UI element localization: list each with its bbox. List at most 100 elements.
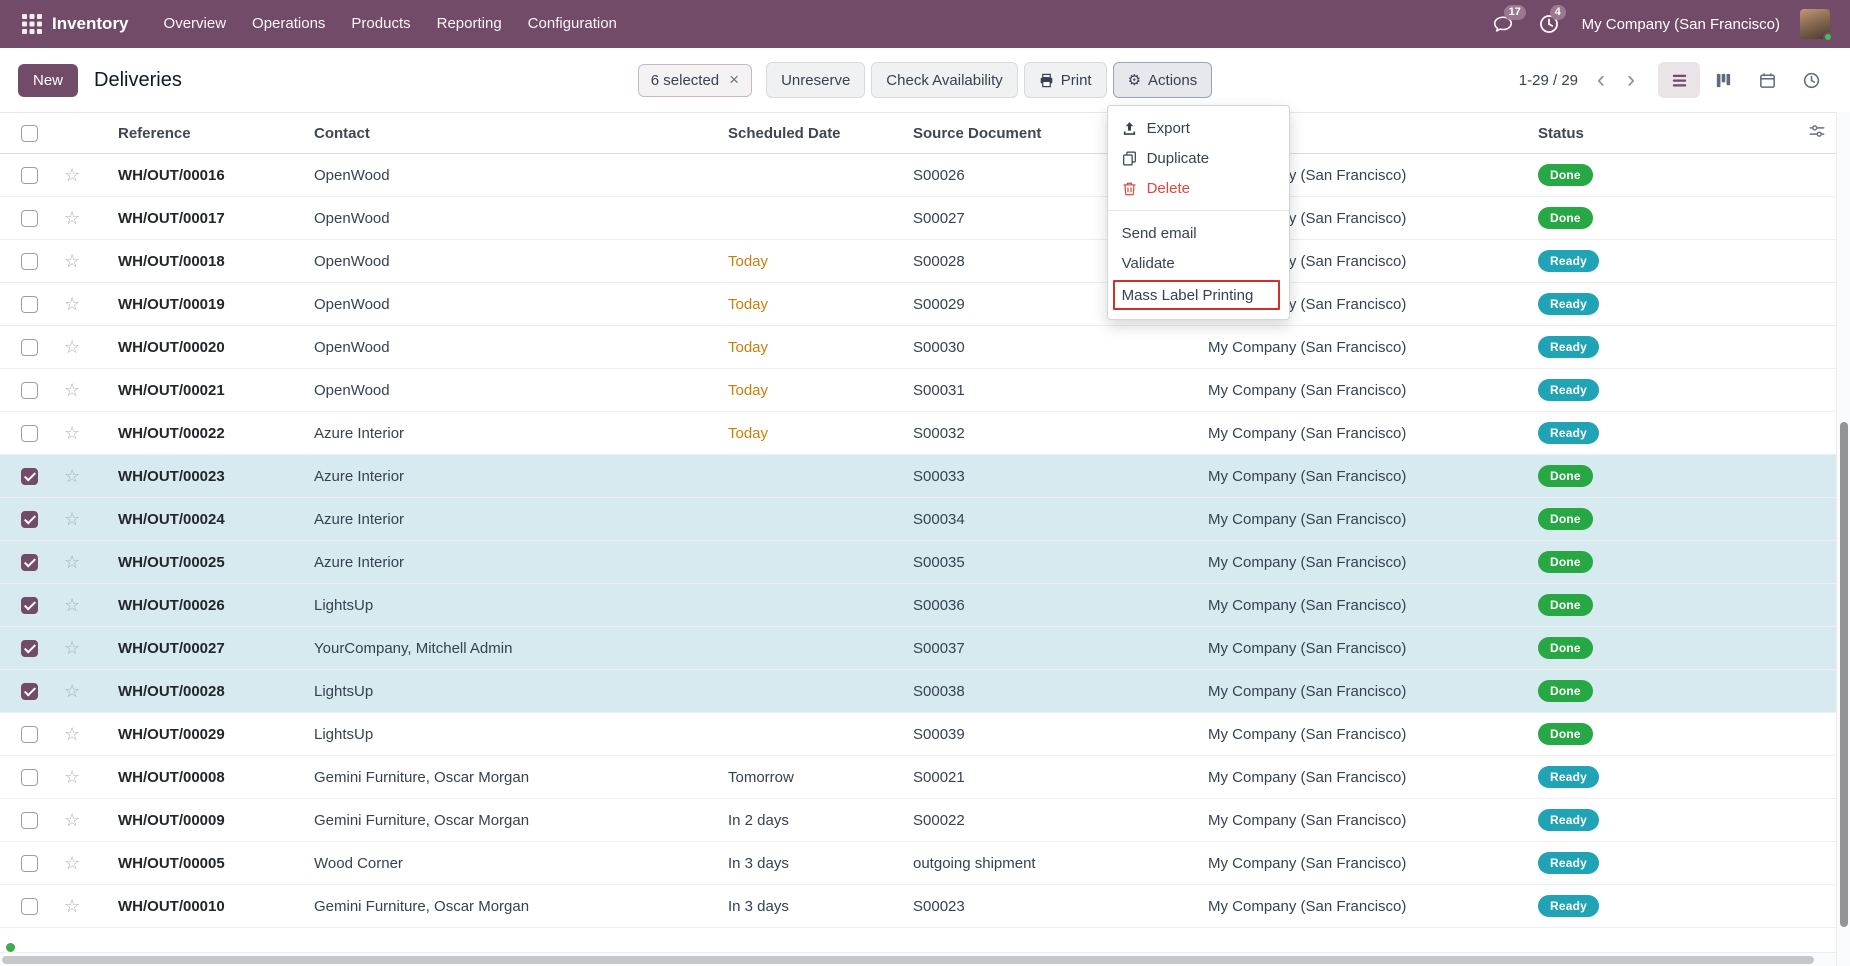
- cell-contact: Azure Interior: [300, 468, 714, 485]
- table-row[interactable]: ☆ WH/OUT/00019 OpenWood Today S00029 My …: [0, 283, 1850, 326]
- table-row[interactable]: ☆ WH/OUT/00028 LightsUp S00038 My Compan…: [0, 670, 1850, 713]
- apps-grid-icon[interactable]: [12, 0, 52, 48]
- menu-item-delete[interactable]: Delete: [1108, 173, 1289, 203]
- header-status[interactable]: Status: [1524, 125, 1759, 142]
- table-row[interactable]: ☆ WH/OUT/00021 OpenWood Today S00031 My …: [0, 369, 1850, 412]
- table-row[interactable]: ☆ WH/OUT/00008 Gemini Furniture, Oscar M…: [0, 756, 1850, 799]
- row-checkbox[interactable]: [21, 898, 38, 915]
- nav-item-overview[interactable]: Overview: [151, 0, 240, 48]
- header-contact[interactable]: Contact: [300, 125, 714, 142]
- star-icon[interactable]: ☆: [64, 638, 80, 658]
- table-row[interactable]: ☆ WH/OUT/00016 OpenWood S00026 My Compan…: [0, 154, 1850, 197]
- kanban-view-icon[interactable]: [1702, 62, 1744, 98]
- status-badge: Done: [1538, 637, 1593, 659]
- table-header-row: Reference Contact Scheduled Date Source …: [0, 112, 1850, 154]
- row-checkbox[interactable]: [21, 253, 38, 270]
- row-checkbox[interactable]: [21, 597, 38, 614]
- actions-button[interactable]: ⚙ Actions: [1113, 62, 1213, 98]
- messages-icon[interactable]: 17: [1490, 11, 1516, 37]
- row-checkbox[interactable]: [21, 683, 38, 700]
- star-icon[interactable]: ☆: [64, 509, 80, 529]
- menu-item-send-email[interactable]: Send email: [1108, 218, 1289, 248]
- star-icon[interactable]: ☆: [64, 724, 80, 744]
- table-row[interactable]: ☆ WH/OUT/00018 OpenWood Today S00028 My …: [0, 240, 1850, 283]
- menu-item-validate[interactable]: Validate: [1108, 248, 1289, 278]
- selection-count-pill[interactable]: 6 selected ×: [638, 64, 752, 97]
- row-checkbox[interactable]: [21, 210, 38, 227]
- table-row[interactable]: ☆ WH/OUT/00027 YourCompany, Mitchell Adm…: [0, 627, 1850, 670]
- list-view-icon[interactable]: [1658, 62, 1700, 98]
- star-icon[interactable]: ☆: [64, 681, 80, 701]
- row-checkbox[interactable]: [21, 769, 38, 786]
- star-icon[interactable]: ☆: [64, 552, 80, 572]
- vertical-scrollbar-thumb[interactable]: [1840, 422, 1848, 927]
- star-icon[interactable]: ☆: [64, 380, 80, 400]
- row-checkbox[interactable]: [21, 812, 38, 829]
- star-icon[interactable]: ☆: [64, 337, 80, 357]
- horizontal-scrollbar-thumb[interactable]: [2, 956, 1814, 964]
- star-icon[interactable]: ☆: [64, 165, 80, 185]
- table-row[interactable]: ☆ WH/OUT/00009 Gemini Furniture, Oscar M…: [0, 799, 1850, 842]
- activities-clock-icon[interactable]: 4: [1536, 11, 1562, 37]
- print-button[interactable]: Print: [1024, 62, 1107, 98]
- table-row[interactable]: ☆ WH/OUT/00017 OpenWood S00027 My Compan…: [0, 197, 1850, 240]
- row-select-cell: [0, 683, 56, 700]
- pager-next-icon[interactable]: ›: [1618, 65, 1644, 95]
- table-row[interactable]: ☆ WH/OUT/00023 Azure Interior S00033 My …: [0, 455, 1850, 498]
- nav-item-reporting[interactable]: Reporting: [424, 0, 515, 48]
- star-icon[interactable]: ☆: [64, 595, 80, 615]
- nav-item-operations[interactable]: Operations: [239, 0, 338, 48]
- company-switcher[interactable]: My Company (San Francisco): [1582, 16, 1780, 33]
- star-icon[interactable]: ☆: [64, 810, 80, 830]
- app-brand[interactable]: Inventory: [52, 14, 129, 34]
- row-checkbox[interactable]: [21, 726, 38, 743]
- row-checkbox[interactable]: [21, 382, 38, 399]
- optional-columns-icon[interactable]: [1808, 122, 1826, 144]
- cell-contact: OpenWood: [300, 210, 714, 227]
- row-checkbox[interactable]: [21, 425, 38, 442]
- menu-item-export[interactable]: Export: [1108, 113, 1289, 143]
- table-row[interactable]: ☆ WH/OUT/00024 Azure Interior S00034 My …: [0, 498, 1850, 541]
- clear-selection-icon[interactable]: ×: [729, 73, 739, 87]
- row-checkbox[interactable]: [21, 339, 38, 356]
- activity-view-icon[interactable]: [1790, 62, 1832, 98]
- unreserve-button[interactable]: Unreserve: [766, 62, 865, 98]
- header-scheduled-date[interactable]: Scheduled Date: [714, 125, 899, 142]
- row-checkbox[interactable]: [21, 511, 38, 528]
- new-button[interactable]: New: [18, 64, 78, 97]
- user-avatar[interactable]: [1800, 9, 1830, 39]
- pager-previous-icon[interactable]: ‹: [1588, 65, 1614, 95]
- table-row[interactable]: ☆ WH/OUT/00025 Azure Interior S00035 My …: [0, 541, 1850, 584]
- favorite-cell: ☆: [56, 208, 104, 229]
- table-row[interactable]: ☆ WH/OUT/00010 Gemini Furniture, Oscar M…: [0, 885, 1850, 928]
- menu-item-mass-label-printing[interactable]: Mass Label Printing: [1113, 280, 1280, 310]
- star-icon[interactable]: ☆: [64, 251, 80, 271]
- row-checkbox[interactable]: [21, 167, 38, 184]
- cell-company: My Company (San Francisco): [1194, 597, 1524, 614]
- row-checkbox[interactable]: [21, 554, 38, 571]
- row-checkbox[interactable]: [21, 468, 38, 485]
- row-checkbox[interactable]: [21, 855, 38, 872]
- star-icon[interactable]: ☆: [64, 208, 80, 228]
- table-row[interactable]: ☆ WH/OUT/00026 LightsUp S00036 My Compan…: [0, 584, 1850, 627]
- table-row[interactable]: ☆ WH/OUT/00005 Wood Corner In 3 days out…: [0, 842, 1850, 885]
- nav-item-products[interactable]: Products: [338, 0, 423, 48]
- star-icon[interactable]: ☆: [64, 767, 80, 787]
- star-icon[interactable]: ☆: [64, 423, 80, 443]
- star-icon[interactable]: ☆: [64, 853, 80, 873]
- star-icon[interactable]: ☆: [64, 896, 80, 916]
- row-checkbox[interactable]: [21, 296, 38, 313]
- menu-item-duplicate[interactable]: Duplicate: [1108, 143, 1289, 173]
- star-icon[interactable]: ☆: [64, 466, 80, 486]
- star-icon[interactable]: ☆: [64, 294, 80, 314]
- table-row[interactable]: ☆ WH/OUT/00022 Azure Interior Today S000…: [0, 412, 1850, 455]
- check-availability-button[interactable]: Check Availability: [871, 62, 1017, 98]
- table-row[interactable]: ☆ WH/OUT/00020 OpenWood Today S00030 My …: [0, 326, 1850, 369]
- row-checkbox[interactable]: [21, 640, 38, 657]
- select-all-checkbox[interactable]: [21, 125, 38, 142]
- calendar-view-icon[interactable]: [1746, 62, 1788, 98]
- header-reference[interactable]: Reference: [104, 125, 300, 142]
- nav-item-configuration[interactable]: Configuration: [515, 0, 630, 48]
- table-row[interactable]: ☆ WH/OUT/00029 LightsUp S00039 My Compan…: [0, 713, 1850, 756]
- cell-scheduled: Today: [714, 382, 899, 399]
